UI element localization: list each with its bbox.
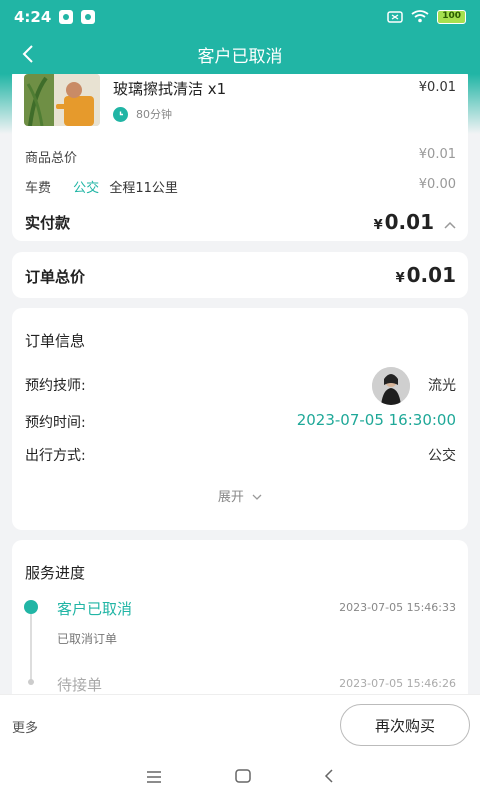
chevron-down-icon: [252, 494, 262, 500]
expand-button[interactable]: 展开: [12, 486, 468, 505]
product-name: 玻璃擦拭清洁 x1: [113, 80, 227, 98]
appointment-time-label: 预约时间:: [25, 415, 86, 431]
technician-name: 流光: [428, 378, 456, 394]
paid-amount: 0.01: [384, 210, 434, 234]
system-nav-bar: [0, 754, 480, 800]
paid-yen: ¥: [373, 218, 383, 233]
bottom-action-bar: 更多 再次购买: [0, 694, 480, 754]
rebuy-label: 再次购买: [374, 716, 435, 735]
product-card: 玻璃擦拭清洁 x1 ¥0.01 80分钟 商品总价 ¥0.01 车费 公交 全程…: [12, 74, 468, 241]
back-nav-icon[interactable]: [324, 768, 334, 787]
menu-icon[interactable]: [146, 768, 162, 787]
clock-icon: [113, 106, 128, 122]
fare-row: 车费 公交 全程11公里: [25, 177, 178, 196]
page-title: 客户已取消: [197, 46, 283, 67]
progress-time: 2023-07-05 15:46:33: [339, 601, 456, 614]
order-info-card: 订单信息 预约技师: 流光 预约时间: 2023-07-05 16:30:00 …: [12, 308, 468, 530]
notification-icon: [81, 10, 96, 24]
travel-mode-value: 公交: [428, 448, 456, 464]
travel-mode-label: 出行方式:: [25, 448, 86, 464]
expand-label: 展开: [217, 490, 244, 505]
goods-total-value: ¥0.01: [418, 147, 456, 162]
order-info-title: 订单信息: [25, 332, 86, 350]
battery-icon: 100: [437, 10, 466, 24]
goods-total-label: 商品总价: [25, 151, 78, 166]
home-icon[interactable]: [235, 768, 251, 787]
progress-time: 2023-07-05 15:46:26: [339, 677, 456, 690]
progress-status: 客户已取消: [57, 600, 133, 618]
fare-value: ¥0.00: [418, 177, 456, 192]
technician-avatar[interactable]: [372, 367, 410, 405]
nav-bar: 客户已取消: [0, 34, 480, 74]
order-total-yen: ¥: [395, 271, 405, 286]
progress-title: 服务进度: [25, 564, 86, 582]
paid-label: 实付款: [25, 214, 71, 232]
fare-mode: 公交: [73, 181, 100, 196]
duration-text: 80分钟: [136, 108, 172, 121]
progress-card: 服务进度 客户已取消 2023-07-05 15:46:33 已取消订单 待接单…: [12, 540, 468, 694]
progress-sub: 已取消订单: [57, 632, 118, 646]
progress-status: 待接单: [57, 676, 103, 694]
order-total-card: 订单总价 ¥ 0.01: [12, 252, 468, 298]
rebuy-button[interactable]: 再次购买: [340, 704, 470, 746]
timeline-line: [30, 614, 32, 680]
wifi-icon: [411, 8, 429, 27]
order-total-label: 订单总价: [25, 268, 86, 286]
scroll-content[interactable]: 玻璃擦拭清洁 x1 ¥0.01 80分钟 商品总价 ¥0.01 车费 公交 全程…: [0, 74, 480, 694]
paid-amount-row[interactable]: ¥ 0.01: [374, 210, 456, 234]
more-button[interactable]: 更多: [12, 717, 38, 736]
back-button[interactable]: [14, 40, 42, 68]
appointment-time-value: 2023-07-05 16:30:00: [296, 411, 456, 429]
status-bar: 4:24 100: [0, 0, 480, 34]
chevron-up-icon[interactable]: [444, 221, 456, 229]
sim-icon: [387, 8, 403, 27]
fare-distance: 全程11公里: [109, 181, 178, 196]
fare-label: 车费: [25, 181, 52, 196]
timeline-dot: [28, 679, 34, 685]
status-time: 4:24: [14, 8, 52, 26]
chevron-left-icon: [22, 45, 33, 63]
timeline-dot-active: [24, 600, 38, 614]
order-total-amount: 0.01: [406, 263, 456, 287]
product-price: ¥0.01: [418, 80, 456, 95]
duration: 80分钟: [113, 106, 172, 122]
order-total-amount-row: ¥ 0.01: [396, 263, 456, 287]
notification-icon: [59, 10, 74, 24]
technician-label: 预约技师:: [25, 378, 86, 394]
product-image: [24, 74, 100, 126]
